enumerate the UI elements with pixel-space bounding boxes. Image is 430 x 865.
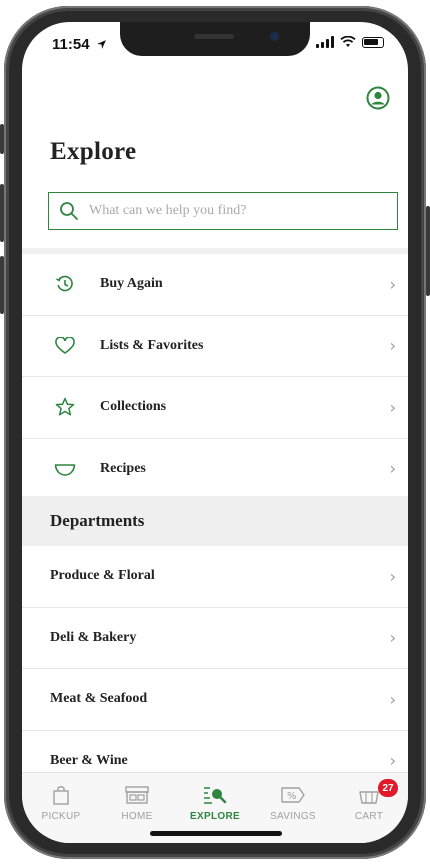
volume-up-button xyxy=(0,184,4,242)
tab-home[interactable]: HOME xyxy=(102,781,172,822)
list-item-produce-floral[interactable]: Produce & Floral › xyxy=(22,546,408,608)
chevron-right-icon: › xyxy=(389,397,396,417)
tab-explore[interactable]: EXPLORE xyxy=(180,781,250,822)
list-item-label: Recipes xyxy=(100,460,146,476)
cart-count-badge: 27 xyxy=(378,779,398,797)
search-icon xyxy=(60,202,78,220)
bottom-tab-bar: PICKUP HOME EXPLORE % SAVINGS 27 CART xyxy=(22,772,408,843)
bag-icon xyxy=(26,781,96,809)
front-camera xyxy=(270,32,279,41)
account-icon[interactable] xyxy=(366,86,390,110)
chevron-right-icon: › xyxy=(389,689,396,709)
home-indicator xyxy=(150,831,282,836)
page-title: Explore xyxy=(50,138,137,165)
list-item-recipes[interactable]: Recipes › xyxy=(22,439,408,500)
list-item-label: Deli & Bakery xyxy=(50,629,137,645)
search-input[interactable] xyxy=(87,202,381,220)
star-icon xyxy=(50,397,80,417)
location-arrow-icon xyxy=(96,40,106,49)
list-item-collections[interactable]: Collections › xyxy=(22,377,408,439)
chevron-right-icon: › xyxy=(389,751,396,771)
tab-label: EXPLORE xyxy=(190,811,240,822)
chevron-right-icon: › xyxy=(389,566,396,586)
list-item-label: Lists & Favorites xyxy=(100,337,204,353)
chevron-right-icon: › xyxy=(389,459,396,479)
phone-frame: 11:54 Explore What can we help you find?… xyxy=(0,6,430,859)
tab-label: PICKUP xyxy=(41,811,81,822)
battery-icon xyxy=(362,36,384,48)
tab-cart[interactable]: 27 CART xyxy=(334,779,404,822)
power-button xyxy=(426,206,430,296)
chevron-right-icon: › xyxy=(389,274,396,294)
list-item-label: Collections xyxy=(100,399,167,415)
status-icons xyxy=(316,36,384,48)
search-box[interactable] xyxy=(48,192,398,230)
tab-savings[interactable]: % SAVINGS xyxy=(258,781,328,822)
signal-icon xyxy=(316,36,334,48)
status-time: 11:54 xyxy=(52,36,107,53)
volume-down-button xyxy=(0,256,4,314)
notch xyxy=(120,22,310,56)
status-time-text: 11:54 xyxy=(52,36,90,53)
chevron-right-icon: › xyxy=(389,628,396,648)
mute-switch xyxy=(0,124,4,154)
coupon-icon: % xyxy=(258,781,328,809)
departments-heading: Departments xyxy=(22,496,408,546)
quick-links-list: Buy Again › Lists & Favorites › Collecti… xyxy=(22,254,408,500)
explore-search-icon xyxy=(180,781,250,809)
app-screen: 11:54 Explore What can we help you find?… xyxy=(22,22,408,843)
list-item-label: Buy Again xyxy=(100,276,163,292)
bowl-icon xyxy=(50,461,80,477)
wifi-icon xyxy=(340,36,356,47)
tab-label: SAVINGS xyxy=(270,811,316,822)
chevron-right-icon: › xyxy=(389,336,396,356)
section-title: Departments xyxy=(50,511,145,530)
reorder-clock-icon xyxy=(50,274,80,294)
list-item-label: Beer & Wine xyxy=(50,752,128,768)
tab-pickup[interactable]: PICKUP xyxy=(26,781,96,822)
list-item-buy-again[interactable]: Buy Again › xyxy=(22,254,408,316)
tab-label: HOME xyxy=(121,811,153,822)
speaker-grille xyxy=(194,34,234,39)
list-item-meat-seafood[interactable]: Meat & Seafood › xyxy=(22,669,408,731)
list-item-label: Meat & Seafood xyxy=(50,691,148,707)
tab-label: CART xyxy=(354,811,384,822)
list-item-deli-bakery[interactable]: Deli & Bakery › xyxy=(22,608,408,669)
svg-text:%: % xyxy=(287,791,297,802)
list-item-label: Produce & Floral xyxy=(50,568,155,584)
list-item-lists-favorites[interactable]: Lists & Favorites › xyxy=(22,316,408,377)
storefront-icon xyxy=(102,781,172,809)
heart-icon xyxy=(50,336,80,355)
departments-list: Produce & Floral › Deli & Bakery › Meat … xyxy=(22,546,408,791)
